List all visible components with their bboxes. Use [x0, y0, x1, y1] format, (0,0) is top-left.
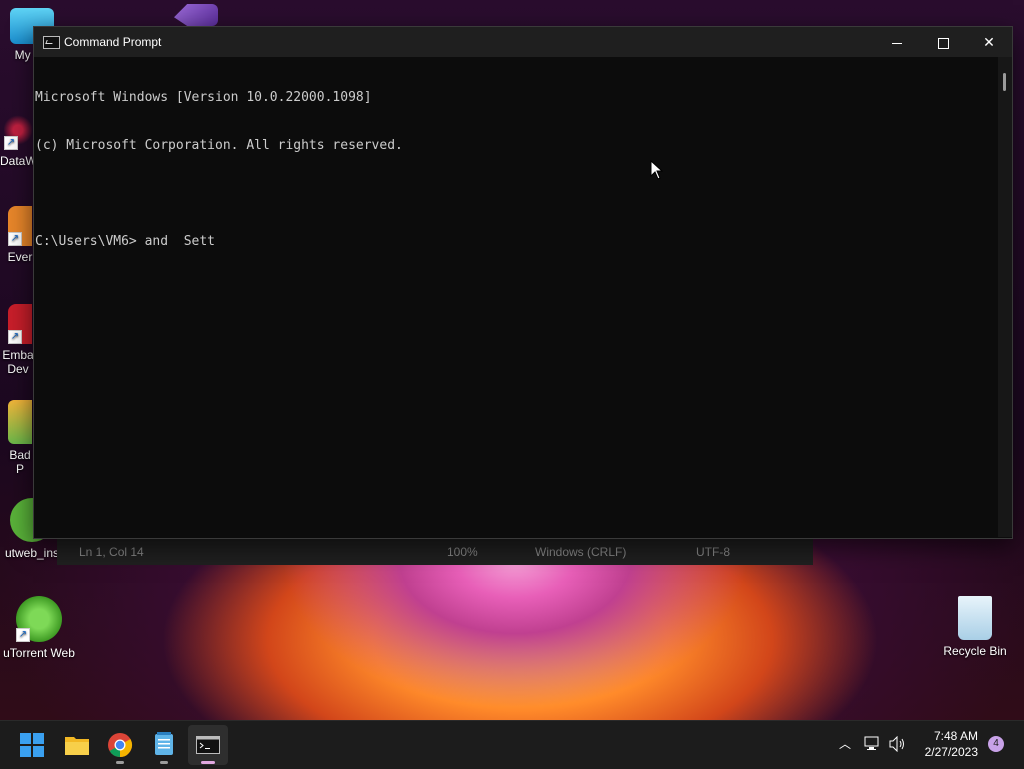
recycle-bin-icon: [958, 596, 992, 640]
maximize-icon: [937, 37, 949, 49]
clock[interactable]: 7:48 AM 2/27/2023: [912, 727, 978, 763]
windows-logo-icon: [20, 733, 44, 757]
notepad-status-bar: Ln 1, Col 14 100% Windows (CRLF) UTF-8: [57, 538, 813, 565]
taskbar-chrome[interactable]: [100, 725, 140, 765]
title-bar[interactable]: Command Prompt ✕: [34, 27, 1012, 57]
visual-studio-icon: [174, 4, 218, 26]
maximize-button[interactable]: [920, 27, 966, 57]
encoding: UTF-8: [696, 545, 730, 559]
window-title: Command Prompt: [64, 35, 162, 49]
taskbar-file-explorer[interactable]: [57, 725, 97, 765]
desktop-icon-recycle-bin[interactable]: Recycle Bin: [940, 596, 1010, 658]
notification-badge[interactable]: 4: [988, 736, 1004, 752]
embarcadero-icon: ↗: [8, 304, 32, 344]
desktop-icon-utorrent-web[interactable]: ↗ uTorrent Web: [2, 596, 76, 660]
shortcut-arrow-icon: ↗: [16, 628, 30, 642]
minimize-button[interactable]: [874, 27, 920, 57]
shortcut-arrow-icon: ↗: [8, 232, 22, 246]
evernote-icon: ↗: [8, 206, 32, 246]
running-indicator: [116, 761, 124, 764]
close-icon: ✕: [983, 34, 995, 50]
desktop-icon-label: Ever: [7, 250, 33, 264]
console-line: Microsoft Windows [Version 10.0.22000.10…: [35, 90, 372, 105]
desktop-icon-evernote[interactable]: ↗ Ever: [4, 206, 36, 264]
shortcut-arrow-icon: ↗: [8, 330, 22, 344]
utorrent-icon: ↗: [16, 596, 62, 642]
bad-piggies-icon: [8, 400, 32, 444]
zoom-level: 100%: [447, 545, 478, 559]
desktop-icon-label: Bad P: [9, 448, 31, 476]
vertical-scrollbar[interactable]: [998, 57, 1012, 537]
command-prompt-window[interactable]: Command Prompt ✕ Microsoft Windows [Vers…: [33, 26, 1013, 539]
datawrangler-icon: ↗: [4, 110, 32, 150]
volume-icon[interactable]: [889, 736, 907, 752]
show-hidden-icons-button[interactable]: ︿: [836, 735, 854, 753]
active-indicator: [201, 761, 215, 764]
close-button[interactable]: ✕: [966, 27, 1012, 57]
console-output[interactable]: Microsoft Windows [Version 10.0.22000.10…: [34, 57, 995, 538]
cmd-icon: [196, 736, 220, 754]
desktop-icon-datawrangler[interactable]: ↗ DataW: [0, 110, 37, 168]
cursor-position: Ln 1, Col 14: [79, 545, 144, 559]
desktop-icon-label: Emba Dev: [2, 348, 34, 376]
desktop-icon-label: utweb_ins: [4, 546, 60, 560]
scrollbar-thumb[interactable]: [1003, 73, 1006, 91]
chevron-up-icon: ︿: [838, 737, 851, 751]
shortcut-arrow-icon: ↗: [4, 136, 18, 150]
taskbar-notepad[interactable]: [144, 725, 184, 765]
cmd-icon: [43, 36, 60, 49]
network-icon[interactable]: [864, 736, 882, 752]
running-indicator: [160, 761, 168, 764]
console-prompt-line[interactable]: C:\Users\VM6> and Sett: [35, 234, 995, 250]
console-line: (c) Microsoft Corporation. All rights re…: [35, 138, 403, 153]
taskbar-command-prompt[interactable]: [188, 725, 228, 765]
clock-date: 2/27/2023: [924, 745, 978, 759]
start-button[interactable]: [12, 725, 52, 765]
desktop-icon-bad-piggies[interactable]: Bad P: [4, 400, 36, 476]
desktop-icon-label: uTorrent Web: [3, 646, 75, 660]
desktop-icon-label: DataW: [0, 154, 37, 168]
mouse-cursor-icon: [650, 160, 664, 180]
folder-icon: [65, 737, 89, 755]
chrome-icon: [108, 733, 133, 757]
minimize-icon: [892, 42, 902, 44]
clock-time: 7:48 AM: [933, 729, 978, 743]
taskbar: ︿ 7:48 AM 2/27/2023: [0, 720, 1024, 769]
desktop-icon-label: Recycle Bin: [943, 644, 1007, 658]
line-ending: Windows (CRLF): [535, 545, 627, 559]
notepad-icon: [155, 732, 173, 755]
